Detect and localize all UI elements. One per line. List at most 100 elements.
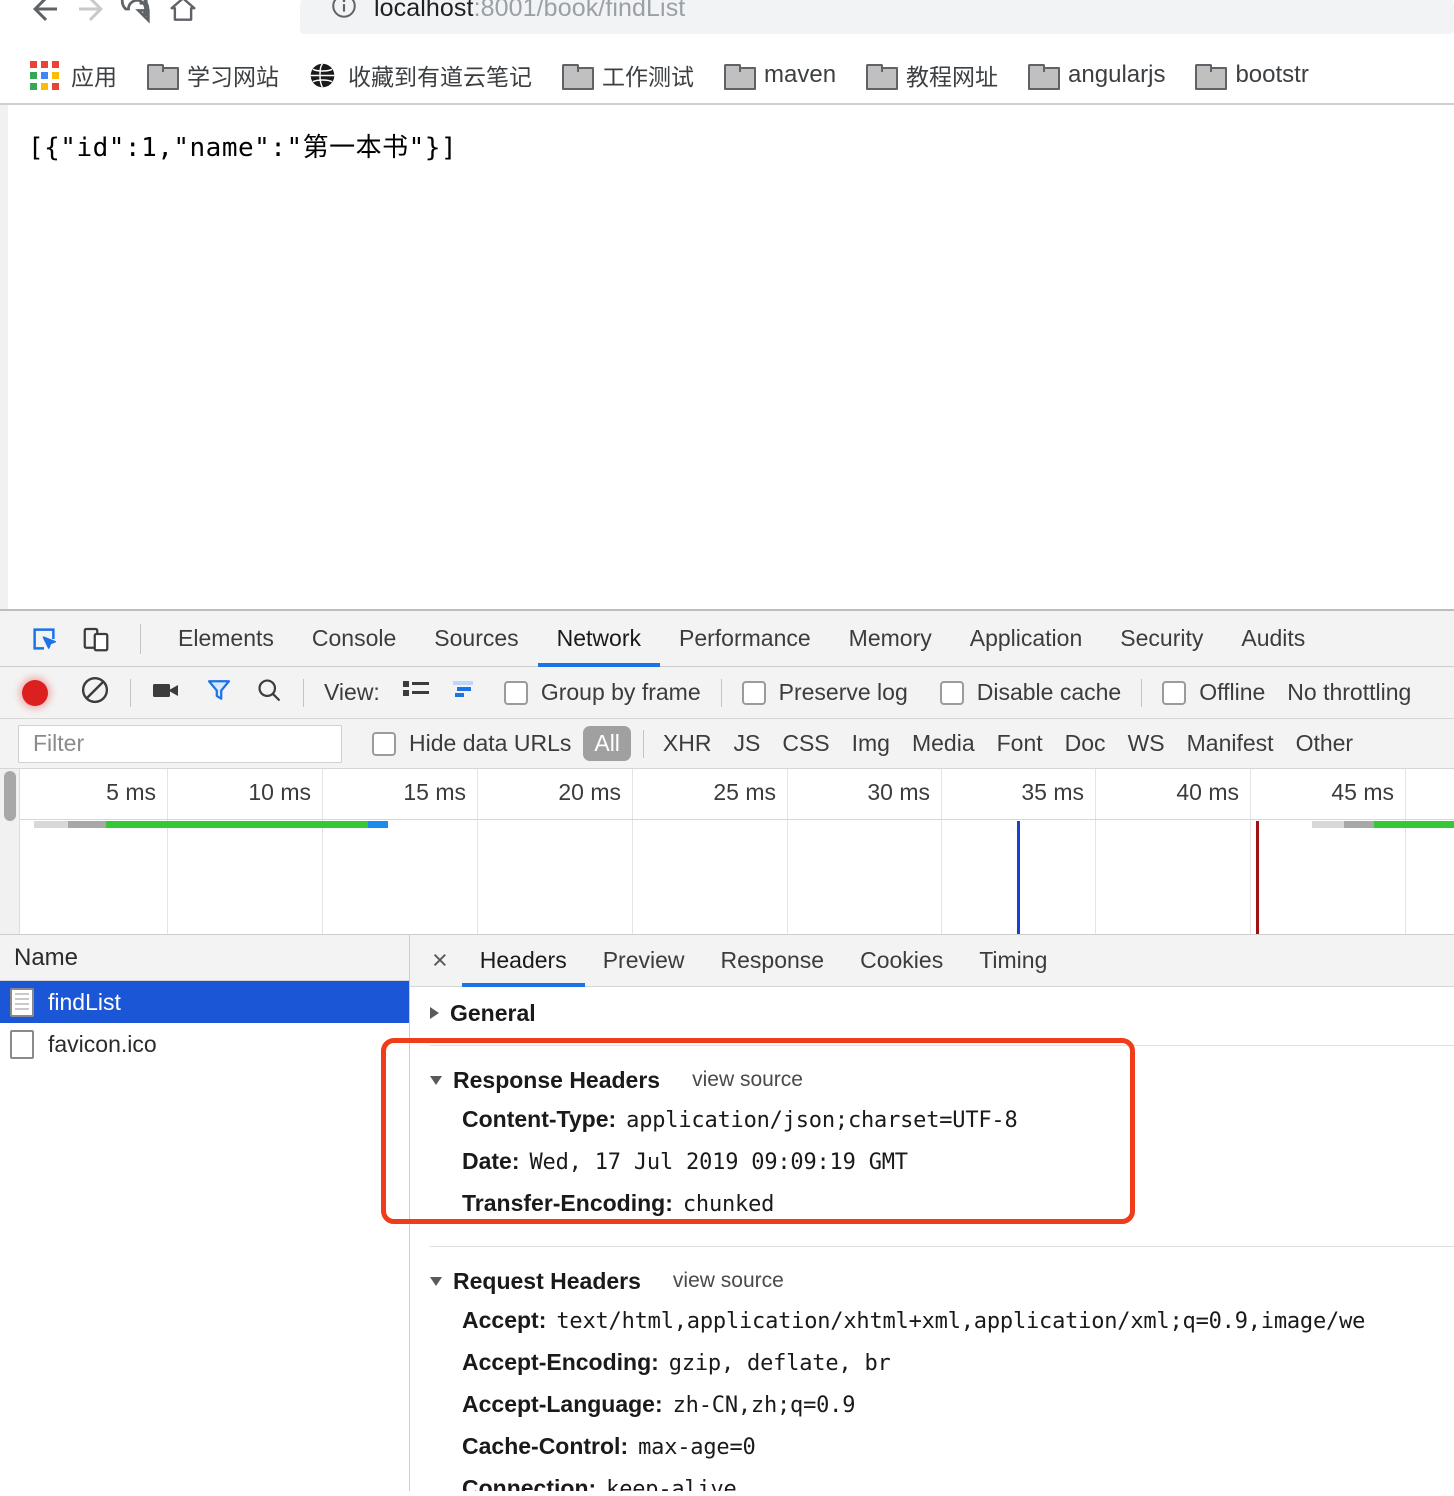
folder-icon — [866, 64, 899, 90]
tab-memory[interactable]: Memory — [830, 611, 951, 667]
filter-type-all[interactable]: All — [583, 726, 631, 761]
bookmark-folder-maven[interactable]: maven — [724, 61, 837, 90]
header-key: Connection: — [462, 1475, 597, 1491]
inspect-element-icon[interactable] — [18, 611, 70, 667]
table-row[interactable]: findList — [0, 981, 409, 1023]
filter-type-manifest[interactable]: Manifest — [1176, 730, 1285, 757]
bookmarks-bar: 应用 学习网站 收藏到有道云笔记 工作测试 maven 教程网址 angular… — [0, 46, 1454, 104]
disable-cache-checkbox[interactable]: Disable cache — [939, 679, 1121, 706]
table-row[interactable]: favicon.ico — [0, 1023, 409, 1065]
tab-sources[interactable]: Sources — [415, 611, 537, 667]
waterfall-view-icon[interactable] — [452, 678, 482, 707]
request-detail-pane: × Headers Preview Response Cookies Timin… — [410, 935, 1454, 1491]
back-arrow-icon[interactable] — [22, 0, 68, 32]
tick-label-5ms: 5 ms — [106, 779, 156, 805]
tab-security[interactable]: Security — [1101, 611, 1222, 667]
header-row-content-type: Content-Type: application/json;charset=U… — [430, 1106, 1454, 1148]
filter-type-other[interactable]: Other — [1285, 730, 1365, 757]
tab-elements[interactable]: Elements — [159, 611, 293, 667]
blank-file-icon — [10, 1029, 34, 1059]
header-value: application/json;charset=UTF-8 — [626, 1108, 1018, 1133]
tab-response[interactable]: Response — [703, 935, 843, 987]
bookmark-folder-angularjs[interactable]: angularjs — [1028, 61, 1165, 90]
preserve-log-label: Preserve log — [778, 679, 908, 705]
address-bar[interactable]: localhost:8001/book/findList — [300, 0, 1454, 34]
url-text: localhost:8001/book/findList — [374, 0, 685, 23]
toolbar-divider — [140, 623, 141, 654]
section-response-headers[interactable]: Response Headers view source — [430, 1054, 1454, 1106]
list-view-icon[interactable] — [402, 678, 430, 707]
filter-type-js[interactable]: JS — [722, 730, 771, 757]
header-value: Wed, 17 Jul 2019 09:09:19 GMT — [529, 1150, 909, 1175]
funnel-filter-icon[interactable] — [205, 676, 233, 709]
preserve-log-checkbox[interactable]: Preserve log — [741, 679, 908, 706]
camera-icon[interactable] — [151, 677, 183, 708]
tab-application[interactable]: Application — [951, 611, 1102, 667]
forward-arrow-icon[interactable] — [68, 0, 114, 32]
tab-console[interactable]: Console — [293, 611, 415, 667]
view-source-link[interactable]: view source — [692, 1068, 803, 1092]
bookmark-label: maven — [764, 61, 837, 88]
home-icon[interactable] — [160, 0, 206, 32]
tab-network[interactable]: Network — [538, 611, 660, 667]
filter-type-font[interactable]: Font — [986, 730, 1054, 757]
header-value: zh-CN,zh;q=0.9 — [672, 1393, 856, 1418]
bookmark-folder-worktest[interactable]: 工作测试 — [562, 58, 694, 92]
url-host: localhost — [374, 0, 474, 22]
throttling-select[interactable]: No throttling — [1287, 679, 1411, 706]
filter-type-xhr[interactable]: XHR — [652, 730, 723, 757]
filter-type-doc[interactable]: Doc — [1054, 730, 1117, 757]
scrollbar-thumb[interactable] — [4, 771, 16, 821]
tab-audits[interactable]: Audits — [1222, 611, 1324, 667]
filter-type-media[interactable]: Media — [901, 730, 986, 757]
header-row-accept: Accept: text/html,application/xhtml+xml,… — [430, 1307, 1454, 1349]
checkbox-box — [503, 680, 528, 705]
apps-grid-icon — [30, 60, 59, 90]
bookmark-youdao-note[interactable]: 收藏到有道云笔记 — [309, 58, 532, 92]
header-key: Cache-Control: — [462, 1433, 629, 1459]
section-general[interactable]: General — [430, 987, 1454, 1039]
globe-icon — [309, 62, 336, 89]
tab-headers[interactable]: Headers — [462, 935, 585, 987]
header-value: max-age=0 — [638, 1435, 756, 1460]
tab-cookies[interactable]: Cookies — [842, 935, 961, 987]
bookmark-folder-bootstrap[interactable]: bootstr — [1195, 61, 1309, 90]
filter-type-img[interactable]: Img — [841, 730, 901, 757]
offline-checkbox[interactable]: Offline — [1162, 679, 1265, 706]
toolbar-divider — [1141, 678, 1143, 707]
toolbar-divider — [303, 678, 304, 707]
close-icon[interactable]: × — [428, 947, 462, 974]
search-icon[interactable] — [255, 676, 283, 709]
offline-label: Offline — [1199, 679, 1266, 705]
overview-scrollbar[interactable] — [0, 769, 20, 934]
page-json-response: [{"id":1,"name":"第一本书"}] — [28, 133, 458, 163]
filter-type-ws[interactable]: WS — [1117, 730, 1176, 757]
tick-label-15ms: 15 ms — [403, 779, 466, 805]
bookmark-folder-study[interactable]: 学习网站 — [147, 58, 279, 92]
clear-no-entry-icon[interactable] — [80, 675, 110, 710]
network-filter-bar: Filter Hide data URLs All XHR JS CSS Img… — [0, 719, 1454, 769]
record-stop-icon[interactable] — [22, 679, 48, 706]
toolbar-divider — [642, 729, 644, 758]
info-circle-icon[interactable] — [330, 0, 358, 25]
reload-icon[interactable] — [114, 0, 160, 32]
header-value: keep-alive — [606, 1477, 737, 1491]
device-toolbar-icon[interactable] — [70, 611, 122, 667]
request-list-header-name[interactable]: Name — [0, 935, 409, 981]
overview-bar-stall — [1344, 821, 1374, 828]
section-request-headers[interactable]: Request Headers view source — [430, 1255, 1454, 1307]
chevron-right-icon — [430, 1007, 439, 1019]
network-overview-timeline[interactable]: 5 ms 10 ms 15 ms 20 ms 25 ms 30 ms 35 ms… — [0, 769, 1454, 935]
tab-preview[interactable]: Preview — [585, 935, 703, 987]
view-source-link[interactable]: view source — [673, 1269, 784, 1293]
filter-input[interactable]: Filter — [18, 724, 342, 763]
chevron-down-icon — [430, 1276, 442, 1286]
tab-performance[interactable]: Performance — [660, 611, 830, 667]
tab-timing[interactable]: Timing — [961, 935, 1065, 987]
filter-type-css[interactable]: CSS — [771, 730, 840, 757]
detail-tabbar: × Headers Preview Response Cookies Timin… — [410, 935, 1454, 987]
bookmark-folder-tutorial[interactable]: 教程网址 — [866, 58, 998, 92]
group-by-frame-checkbox[interactable]: Group by frame — [503, 679, 701, 706]
hide-data-urls-checkbox[interactable]: Hide data URLs — [372, 730, 571, 757]
bookmark-apps[interactable]: 应用 — [30, 58, 117, 92]
